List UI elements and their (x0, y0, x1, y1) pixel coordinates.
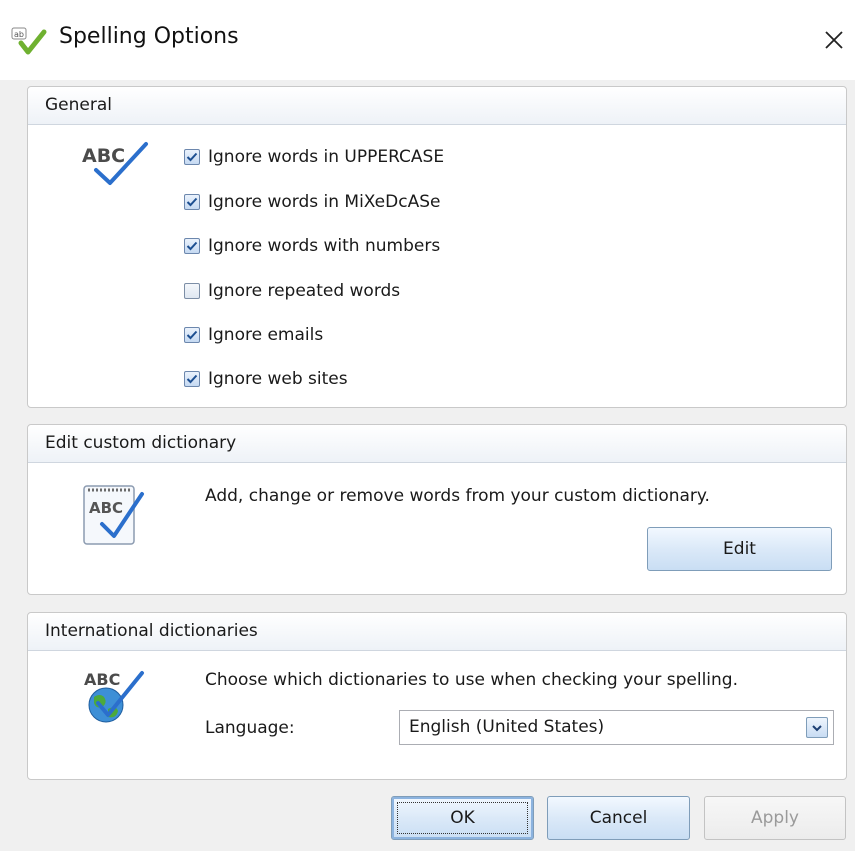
option-label: Ignore web sites (208, 369, 348, 389)
abc-icon-text: ABC (82, 145, 125, 167)
cancel-button[interactable]: Cancel (547, 796, 690, 840)
checkbox-ignore-uppercase[interactable] (184, 149, 200, 165)
dictionary-notepad-icon: ABC (80, 482, 146, 552)
abc-check-icon: ABC (80, 138, 152, 192)
chevron-down-icon (812, 724, 822, 731)
edit-button-label: Edit (723, 539, 756, 559)
apply-button[interactable]: Apply (704, 796, 846, 840)
globe-check-icon: ABC (82, 667, 148, 731)
checkmark-icon (186, 152, 198, 162)
option-ignore-emails[interactable]: Ignore emails (184, 324, 323, 346)
checkbox-ignore-websites[interactable] (184, 371, 200, 387)
spelling-options-dialog: ab Spelling Options General ABC Ignore w… (0, 0, 855, 851)
svg-text:ab: ab (14, 30, 24, 39)
close-button[interactable] (816, 22, 852, 58)
option-label: Ignore emails (208, 325, 324, 345)
apply-button-label: Apply (751, 808, 799, 828)
window-title: Spelling Options (59, 24, 239, 49)
checkbox-ignore-numbers[interactable] (184, 238, 200, 254)
checkmark-icon (186, 241, 198, 251)
option-ignore-repeated[interactable]: Ignore repeated words (184, 280, 400, 302)
option-label: Ignore words in MiXeDcASe (208, 192, 441, 212)
option-label: Ignore words in UPPERCASE (208, 147, 445, 167)
language-select[interactable]: English (United States) (399, 710, 834, 745)
language-select-value: English (United States) (409, 717, 605, 737)
language-label: Language: (205, 718, 295, 738)
spellcheck-icon: ab (11, 26, 47, 56)
cancel-button-label: Cancel (589, 808, 648, 828)
notepad-icon-text: ABC (89, 499, 123, 517)
edit-button[interactable]: Edit (647, 527, 832, 571)
option-label: Ignore repeated words (208, 281, 401, 301)
focus-rectangle (397, 802, 528, 834)
ok-button[interactable]: OK (391, 796, 534, 840)
custom-dictionary-header: Edit custom dictionary (28, 425, 846, 463)
international-dictionaries-group: International dictionaries (27, 612, 847, 780)
checkbox-ignore-repeated[interactable] (184, 283, 200, 299)
international-description: Choose which dictionaries to use when ch… (205, 670, 738, 690)
title-bar: ab Spelling Options (0, 0, 855, 80)
option-label: Ignore words with numbers (208, 236, 441, 256)
option-ignore-mixedcase[interactable]: Ignore words in MiXeDcASe (184, 191, 440, 213)
close-icon (825, 31, 843, 49)
option-ignore-numbers[interactable]: Ignore words with numbers (184, 235, 440, 257)
checkmark-icon (186, 374, 198, 384)
globe-icon-text: ABC (84, 670, 120, 689)
checkbox-ignore-mixedcase[interactable] (184, 194, 200, 210)
option-ignore-uppercase[interactable]: Ignore words in UPPERCASE (184, 146, 444, 168)
checkmark-icon (186, 330, 198, 340)
checkbox-ignore-emails[interactable] (184, 327, 200, 343)
dropdown-button[interactable] (806, 717, 828, 738)
checkmark-icon (186, 197, 198, 207)
general-header: General (28, 87, 846, 125)
custom-dictionary-description: Add, change or remove words from your cu… (205, 486, 710, 506)
international-dictionaries-header: International dictionaries (28, 613, 846, 651)
option-ignore-websites[interactable]: Ignore web sites (184, 368, 348, 390)
